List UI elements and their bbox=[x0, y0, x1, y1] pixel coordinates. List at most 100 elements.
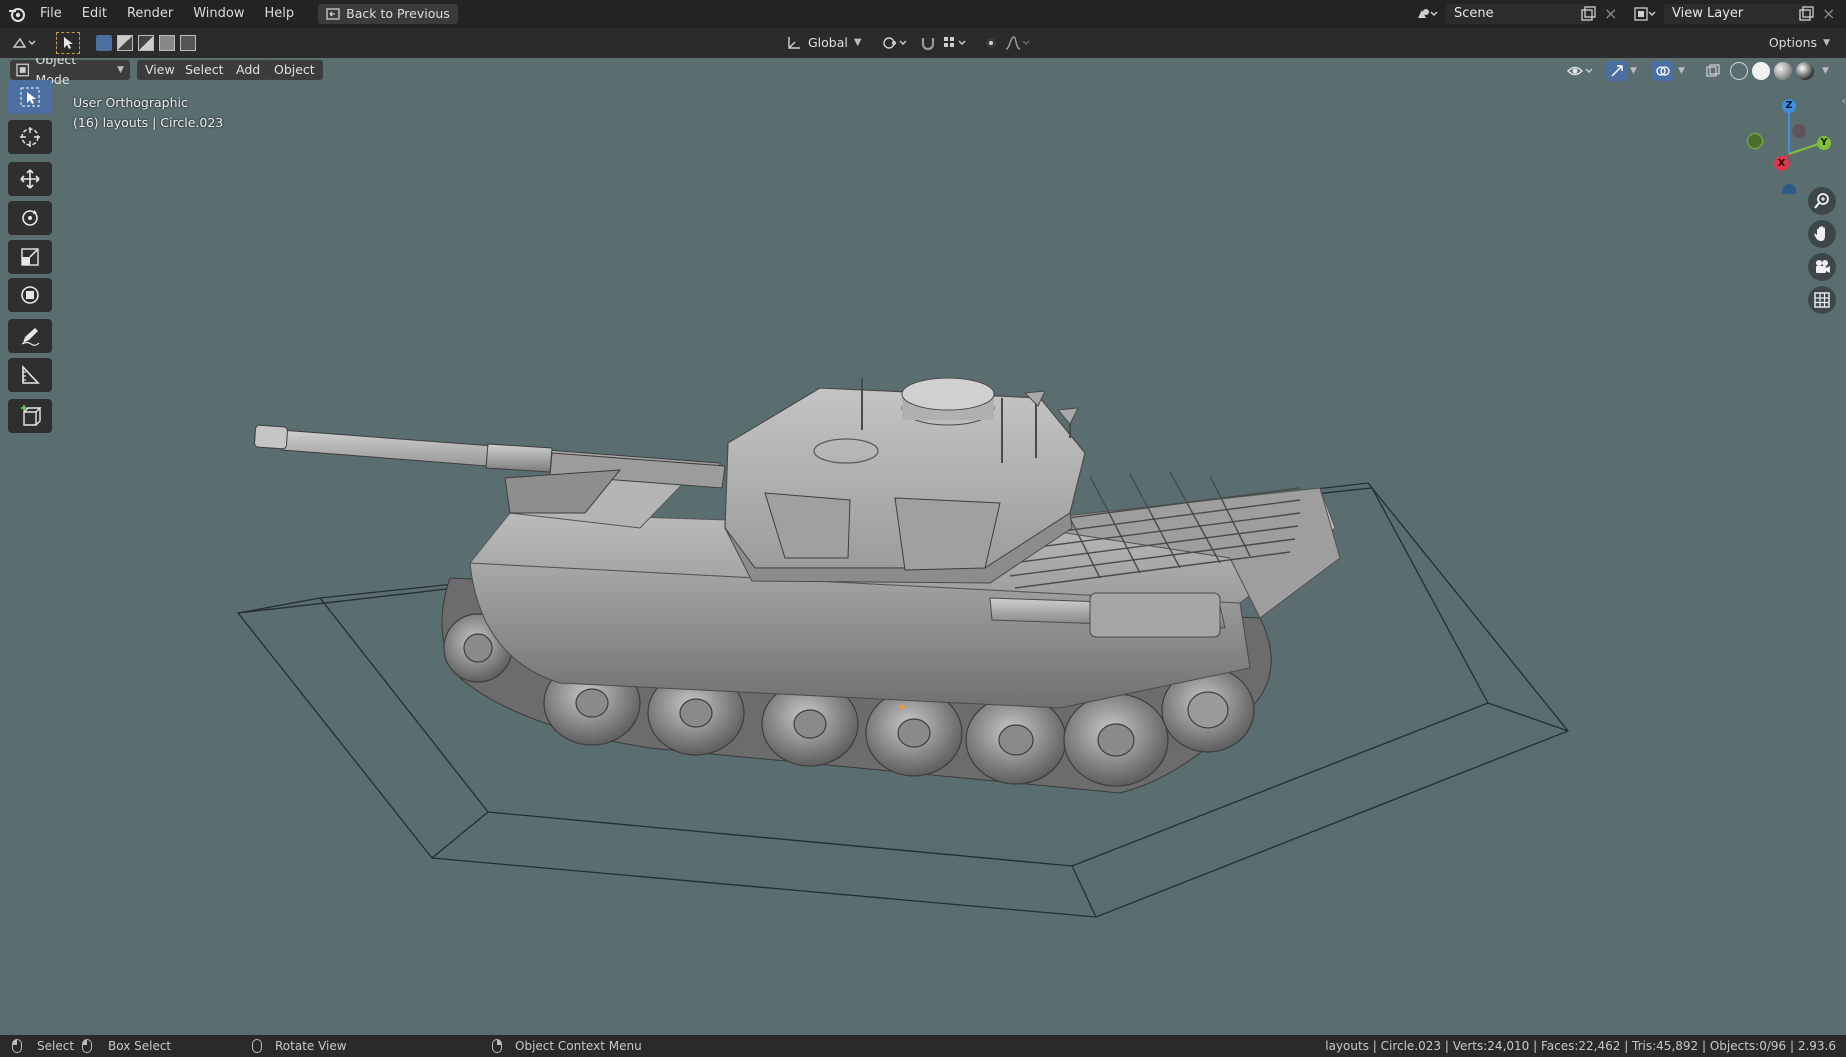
new-view-layer-icon[interactable] bbox=[1798, 6, 1814, 22]
menu-help[interactable]: Help bbox=[255, 0, 305, 28]
menu-add[interactable]: Add bbox=[228, 60, 269, 80]
mouse-right-icon bbox=[492, 1039, 502, 1053]
object-mode-icon bbox=[16, 63, 30, 77]
options-dropdown[interactable]: Options ▼ bbox=[1760, 33, 1838, 53]
add-cube-tool[interactable] bbox=[8, 399, 52, 433]
top-menu-bar: File Edit Render Window Help Back to Pre… bbox=[0, 0, 1846, 28]
select-mode-invert-icon[interactable] bbox=[159, 35, 175, 51]
cursor-tool[interactable] bbox=[8, 120, 52, 154]
transform-orientation-dropdown[interactable]: Global ▼ bbox=[786, 33, 862, 53]
shading-dropdown-icon[interactable]: ▼ bbox=[1822, 62, 1829, 80]
axis-y-label[interactable]: Y bbox=[1817, 136, 1831, 150]
status-context-menu-label: Object Context Menu bbox=[515, 1039, 642, 1053]
camera-icon bbox=[1816, 260, 1830, 273]
menu-window[interactable]: Window bbox=[183, 0, 254, 28]
3d-viewport[interactable]: Object Mode ▼ View Select Add Object ▼ ▼… bbox=[0, 58, 1846, 1035]
menu-file[interactable]: File bbox=[30, 0, 72, 28]
rendered-shading-icon[interactable] bbox=[1796, 62, 1814, 80]
mouse-left-icon bbox=[12, 1039, 22, 1053]
xray-toggle-icon[interactable] bbox=[1704, 62, 1722, 80]
select-mode-subtract-icon[interactable] bbox=[138, 35, 154, 51]
chevron-down-icon: ▼ bbox=[1823, 38, 1830, 48]
mouse-drag-icon bbox=[82, 1039, 92, 1053]
camera-view-button[interactable] bbox=[1808, 253, 1836, 281]
menu-view[interactable]: View bbox=[137, 60, 183, 80]
solid-shading-icon[interactable] bbox=[1752, 62, 1770, 80]
collection-object-label: (16) layouts | Circle.023 bbox=[73, 115, 224, 130]
measure-tool[interactable] bbox=[8, 358, 52, 392]
crosshair-cursor-icon bbox=[20, 127, 40, 147]
status-select-label: Select bbox=[37, 1039, 75, 1053]
orientation-label: Global bbox=[808, 35, 848, 50]
pan-button[interactable] bbox=[1808, 220, 1836, 248]
select-mode-extend-icon[interactable] bbox=[117, 35, 133, 51]
material-preview-shading-icon[interactable] bbox=[1774, 62, 1792, 80]
tank-model bbox=[254, 377, 1341, 794]
snap-toggle-icon[interactable] bbox=[920, 34, 940, 52]
select-tool-indicator-icon[interactable] bbox=[56, 32, 80, 54]
select-mode-intersect-icon[interactable] bbox=[180, 35, 196, 51]
back-to-previous-label: Back to Previous bbox=[346, 6, 450, 21]
transform-icon bbox=[21, 286, 39, 304]
scene-name-field[interactable]: Scene bbox=[1446, 4, 1590, 24]
pivot-point-icon[interactable] bbox=[882, 34, 912, 52]
status-bar: Select Box Select Rotate View Object Con… bbox=[0, 1035, 1846, 1057]
hand-icon bbox=[1814, 226, 1825, 241]
add-cube-icon bbox=[21, 405, 42, 426]
mouse-middle-icon bbox=[252, 1039, 262, 1053]
zoom-button[interactable] bbox=[1808, 187, 1836, 215]
rotate-icon bbox=[22, 210, 38, 226]
blender-logo-icon[interactable] bbox=[4, 0, 30, 28]
tool-settings-bar: Global ▼ Options ▼ bbox=[0, 28, 1846, 58]
scale-tool[interactable] bbox=[8, 240, 52, 274]
back-icon bbox=[326, 8, 340, 20]
object-origin-dot bbox=[899, 704, 905, 710]
menu-select[interactable]: Select bbox=[177, 60, 232, 80]
transform-tool[interactable] bbox=[8, 278, 52, 312]
visibility-selectability-icon[interactable] bbox=[1566, 62, 1598, 80]
pencil-icon bbox=[21, 328, 40, 346]
orientation-icon bbox=[788, 37, 800, 49]
cursor-arrow-icon bbox=[20, 87, 40, 107]
editor-type-icon[interactable] bbox=[8, 33, 42, 53]
axis-x-label[interactable]: X bbox=[1774, 156, 1789, 171]
move-arrows-icon bbox=[20, 169, 40, 189]
navigation-gizmo[interactable]: Z Y X bbox=[1740, 94, 1840, 198]
menu-render[interactable]: Render bbox=[117, 0, 183, 28]
overlays-dropdown-icon[interactable]: ▼ bbox=[1678, 62, 1685, 80]
rotate-tool[interactable] bbox=[8, 201, 52, 235]
gizmo-toggle-icon[interactable] bbox=[1606, 61, 1628, 81]
scene-statistics: layouts | Circle.023 | Verts:24,010 | Fa… bbox=[1325, 1039, 1836, 1053]
view-name-label: User Orthographic bbox=[73, 95, 188, 110]
menu-object[interactable]: Object bbox=[266, 60, 323, 80]
object-mode-dropdown[interactable]: Object Mode ▼ bbox=[10, 58, 130, 87]
axis-z-label[interactable]: Z bbox=[1782, 99, 1796, 113]
gun-barrel bbox=[254, 424, 726, 489]
scene-selector-icon[interactable] bbox=[1412, 4, 1442, 24]
view-layer-selector-icon[interactable] bbox=[1630, 4, 1660, 24]
chevron-down-icon: ▼ bbox=[853, 37, 862, 48]
proportional-editing-icon[interactable] bbox=[982, 34, 1000, 52]
new-scene-icon[interactable] bbox=[1580, 6, 1596, 22]
overlays-toggle-icon[interactable] bbox=[1652, 61, 1674, 81]
select-mode-new-icon[interactable] bbox=[96, 35, 112, 51]
annotate-tool[interactable] bbox=[8, 319, 52, 353]
delete-scene-icon[interactable]: × bbox=[1604, 4, 1617, 24]
status-rotate-view-label: Rotate View bbox=[275, 1039, 347, 1053]
falloff-icon[interactable] bbox=[1004, 34, 1034, 52]
status-box-select-label: Box Select bbox=[108, 1039, 172, 1053]
snap-target-icon[interactable] bbox=[942, 34, 972, 52]
back-to-previous-button[interactable]: Back to Previous bbox=[318, 4, 458, 24]
wireframe-shading-icon[interactable] bbox=[1730, 62, 1748, 80]
view-layer-field[interactable]: View Layer bbox=[1664, 4, 1808, 24]
magnifier-icon bbox=[1814, 193, 1829, 209]
move-tool[interactable] bbox=[8, 162, 52, 196]
ruler-icon bbox=[22, 364, 40, 384]
viewport-header: Object Mode ▼ View Select Add Object ▼ ▼… bbox=[0, 58, 1846, 87]
sidebar-toggle-icon[interactable]: ‹ bbox=[1842, 94, 1846, 107]
select-box-tool[interactable] bbox=[8, 80, 52, 114]
delete-view-layer-icon[interactable]: × bbox=[1822, 4, 1835, 24]
gizmo-dropdown-icon[interactable]: ▼ bbox=[1630, 62, 1637, 80]
perspective-toggle-button[interactable] bbox=[1808, 286, 1836, 314]
menu-edit[interactable]: Edit bbox=[72, 0, 117, 28]
